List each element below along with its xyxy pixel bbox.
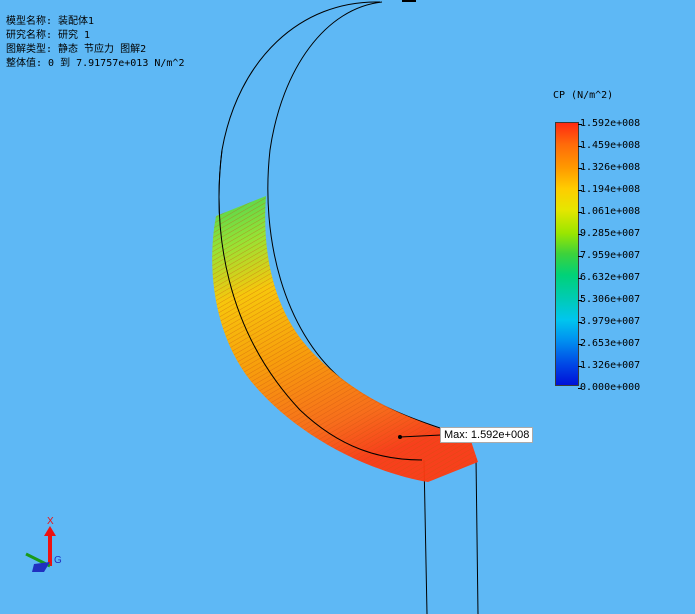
plot-type: 图解类型: 静态 节应力 图解2 <box>6 44 147 55</box>
study-name: 研究名称: 研究 1 <box>6 30 91 41</box>
legend-tick: 1.459e+008 <box>577 140 641 151</box>
legend-tick: 1.326e+008 <box>577 162 641 173</box>
legend-tick: 1.592e+008 <box>577 118 641 129</box>
triad-x-arrow <box>44 526 56 536</box>
study-info-panel: 模型名称: 装配体1 研究名称: 研究 1 图解类型: 静态 节应力 图解2 整… <box>6 15 184 71</box>
post-left-edge <box>423 459 428 614</box>
max-point-marker <box>398 435 402 439</box>
legend-tick: 1.326e+007 <box>577 360 641 371</box>
legend-tick: 1.194e+008 <box>577 184 641 195</box>
legend-tick: 7.959e+007 <box>577 250 641 261</box>
legend-tick: 0.000e+000 <box>577 382 641 393</box>
stress-band-hatch <box>212 196 478 482</box>
legend-tick: 5.306e+007 <box>577 294 641 305</box>
axis-triad <box>25 526 56 572</box>
legend-title: CP (N/m^2) <box>553 90 614 101</box>
legend-tick: 2.653e+007 <box>577 338 641 349</box>
max-value-label: Max: 1.592e+008 <box>440 427 534 443</box>
legend-tick: 1.061e+008 <box>577 206 641 217</box>
legend-tick: 9.285e+007 <box>577 228 641 239</box>
triad-x-label: X <box>47 516 54 527</box>
legend-tick: 3.979e+007 <box>577 316 641 327</box>
triad-z-arrow <box>32 562 50 572</box>
model-name: 模型名称: 装配体1 <box>6 16 95 27</box>
legend-tick: 6.632e+007 <box>577 272 641 283</box>
triad-g-label: G <box>54 555 62 566</box>
value-range: 整体值: 0 到 7.91757e+013 N/m^2 <box>6 58 185 69</box>
post-right-edge <box>475 457 479 614</box>
color-scale-bar <box>555 122 579 386</box>
